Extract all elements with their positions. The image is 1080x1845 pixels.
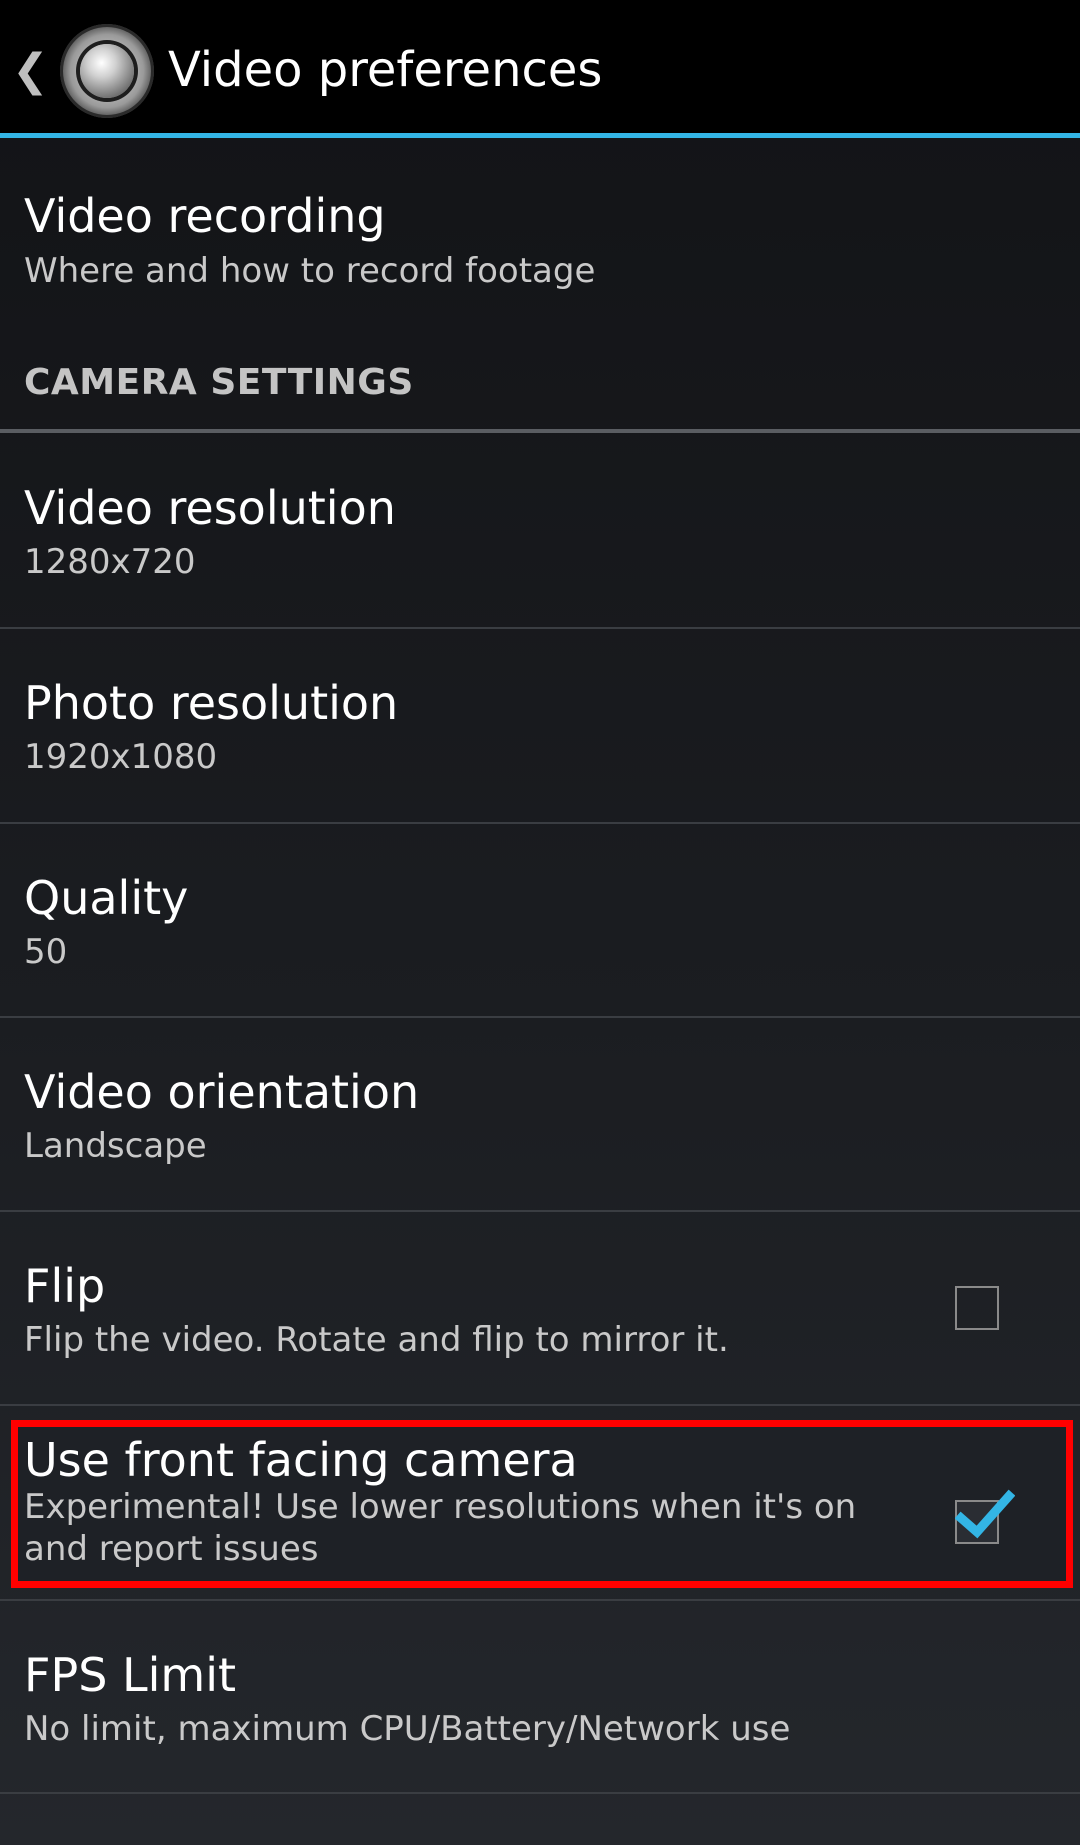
pref-quality[interactable]: Quality 50: [0, 824, 1080, 1017]
pref-summary: No limit, maximum CPU/Battery/Network us…: [24, 1709, 791, 1749]
pref-title: Photo resolution: [24, 676, 399, 730]
pref-video-orientation[interactable]: Video orientation Landscape: [0, 1018, 1080, 1210]
pref-title: Video recording: [24, 189, 386, 243]
category-header: CAMERA SETTINGS: [24, 362, 414, 403]
pref-fps-limit[interactable]: FPS Limit No limit, maximum CPU/Battery/…: [0, 1601, 1080, 1793]
pref-video-recording[interactable]: Video recording Where and how to record …: [0, 138, 1080, 338]
pref-summary: Where and how to record footage: [24, 251, 596, 291]
pref-title: FPS Limit: [24, 1648, 237, 1702]
pref-summary: Experimental! Use lower resolutions when…: [24, 1487, 857, 1569]
lens-icon: [80, 44, 134, 98]
pref-summary: Flip the video. Rotate and flip to mirro…: [24, 1320, 729, 1360]
screen: ❮ Video preferences Video recording Wher…: [0, 0, 1080, 1845]
chevron-left-icon[interactable]: ❮: [12, 48, 49, 94]
pref-front-camera[interactable]: Use front facing camera Experimental! Us…: [0, 1420, 1080, 1588]
pref-video-resolution[interactable]: Video resolution 1280x720: [0, 433, 1080, 627]
pref-flip[interactable]: Flip Flip the video. Rotate and flip to …: [0, 1212, 1080, 1405]
divider: [0, 1404, 1080, 1406]
flip-checkbox[interactable]: [955, 1286, 999, 1330]
action-bar: ❮ Video preferences: [0, 0, 1080, 138]
pref-title: Video orientation: [24, 1065, 420, 1119]
pref-summary: 1280x720: [24, 542, 196, 582]
page-title: Video preferences: [168, 42, 603, 98]
pref-photo-resolution[interactable]: Photo resolution 1920x1080: [0, 629, 1080, 822]
pref-summary: Landscape: [24, 1126, 207, 1166]
pref-title: Quality: [24, 871, 189, 925]
divider: [0, 1792, 1080, 1794]
pref-title: Video resolution: [24, 481, 396, 535]
pref-summary: 1920x1080: [24, 737, 218, 777]
camera-lens-icon[interactable]: [60, 24, 154, 118]
pref-summary: 50: [24, 932, 68, 972]
checkmark-icon: [955, 1489, 1015, 1539]
pref-title: Use front facing camera: [24, 1433, 578, 1487]
pref-title: Flip: [24, 1259, 106, 1313]
front-camera-checkbox[interactable]: [955, 1489, 1015, 1544]
